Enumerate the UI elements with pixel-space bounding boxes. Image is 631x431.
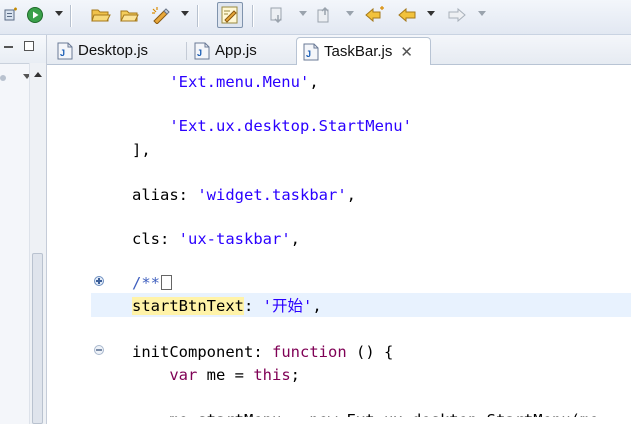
toolbar-separator <box>252 5 253 27</box>
svg-text:J: J <box>60 48 65 58</box>
new-project-icon[interactable] <box>2 4 20 26</box>
main-toolbar <box>0 0 631 35</box>
code-line: ], <box>132 141 151 159</box>
svg-text:J: J <box>197 48 202 58</box>
tab-label: TaskBar.js <box>324 43 393 60</box>
last-edit-location-icon[interactable] <box>364 4 386 26</box>
left-side-panel <box>0 35 47 424</box>
pencil-wand-icon[interactable] <box>150 4 172 26</box>
open-folder-icon[interactable] <box>90 4 112 26</box>
keyword: var <box>169 366 198 384</box>
editor-tab-strip: J Desktop.js J App.js J TaskBar.js ✕ <box>47 35 631 65</box>
tab-desktop-js[interactable]: J Desktop.js <box>51 37 183 64</box>
run-icon[interactable] <box>24 4 46 26</box>
back-arrow-icon[interactable] <box>396 4 418 26</box>
next-annotation-dropdown-icon[interactable] <box>299 11 307 16</box>
tab-app-js[interactable]: J App.js <box>188 37 294 64</box>
js-file-icon: J <box>57 42 73 60</box>
previous-annotation-icon[interactable] <box>315 4 335 26</box>
open-file-icon[interactable] <box>119 4 141 26</box>
property-key: cls <box>132 230 160 248</box>
close-tab-icon[interactable]: ✕ <box>400 43 413 61</box>
run-dropdown-icon[interactable] <box>55 11 63 16</box>
scroll-up-arrow-icon[interactable] <box>34 72 42 77</box>
scrollbar-thumb[interactable] <box>32 253 43 424</box>
panel-menu-icon[interactable] <box>0 71 12 89</box>
left-panel-header <box>0 35 46 64</box>
previous-annotation-dropdown-icon[interactable] <box>346 11 354 16</box>
maximize-icon[interactable] <box>24 41 34 51</box>
toolbar-separator <box>70 5 71 27</box>
code-line: initComponent: function () { <box>132 343 394 361</box>
doc-comment: /** <box>132 274 160 292</box>
code-line: cls: 'ux-taskbar', <box>132 230 300 248</box>
string-literal: 'ux-taskbar' <box>178 230 291 248</box>
keyword: function <box>272 343 347 361</box>
string-literal: 'Ext.menu.Menu' <box>169 73 310 91</box>
code-line: /** <box>132 272 172 294</box>
keyword: this <box>253 366 291 384</box>
tab-label: App.js <box>215 42 257 59</box>
editor-vertical-ruler <box>47 65 65 424</box>
property-key: alias <box>132 186 179 204</box>
svg-text:J: J <box>306 49 311 59</box>
js-file-icon: J <box>303 43 319 61</box>
code-line: startBtnText: '开始', <box>132 297 322 315</box>
folded-comment-marker[interactable] <box>161 275 172 290</box>
tab-divider <box>186 42 187 60</box>
js-file-icon: J <box>194 42 210 60</box>
expand-fold-icon[interactable] <box>94 276 104 286</box>
code-line: var me = this; <box>169 366 300 384</box>
code-line: 'Ext.menu.Menu', <box>169 73 319 91</box>
string-literal: 'Ext.ux.desktop.StartMenu' <box>169 117 412 135</box>
string-literal: 'widget.taskbar' <box>197 186 347 204</box>
forward-arrow-icon[interactable] <box>446 4 468 26</box>
toolbar-separator <box>197 5 198 27</box>
code-line: me.startMenu = new Ext.ux.desktop.StartM… <box>169 411 599 429</box>
collapse-fold-icon[interactable] <box>94 345 104 355</box>
left-panel-scrollbar[interactable] <box>29 63 46 424</box>
minimize-icon[interactable] <box>4 46 13 48</box>
property-key: initComponent <box>132 343 254 361</box>
pencil-dropdown-icon[interactable] <box>181 11 189 16</box>
tab-taskbar-js[interactable]: J TaskBar.js ✕ <box>296 37 431 65</box>
code-line: alias: 'widget.taskbar', <box>132 186 356 204</box>
mark-occurrences-toggle-icon[interactable] <box>217 2 243 28</box>
code-line: 'Ext.ux.desktop.StartMenu' <box>132 115 412 137</box>
string-literal: '开始' <box>262 297 313 315</box>
folding-gutter <box>65 65 104 424</box>
tab-label: Desktop.js <box>78 42 149 59</box>
forward-dropdown-icon[interactable] <box>478 11 486 16</box>
code-editor[interactable]: 'Ext.menu.Menu', 'Ext.ux.desktop.StartMe… <box>47 65 631 424</box>
back-dropdown-icon[interactable] <box>427 11 435 16</box>
next-annotation-icon[interactable] <box>268 4 288 26</box>
highlighted-property-key: startBtnText <box>132 297 244 315</box>
